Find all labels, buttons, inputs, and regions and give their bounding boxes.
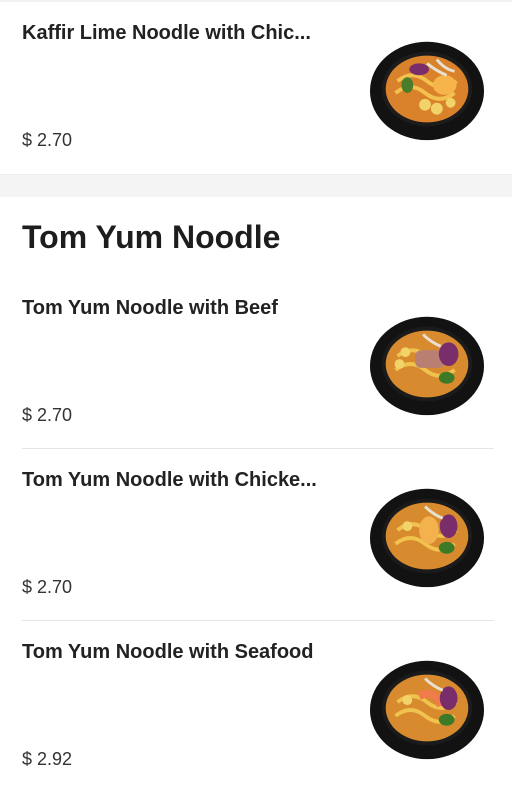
menu-item-tom-yum-chicken[interactable]: Tom Yum Noodle with Chicke... $ 2.70: [0, 449, 512, 621]
noodle-bowl-image[interactable]: [368, 305, 486, 423]
section-separator: [0, 174, 512, 197]
noodle-bowl-image[interactable]: [368, 477, 486, 595]
item-title: Tom Yum Noodle with Seafood: [22, 641, 314, 663]
item-price: $ 2.92: [22, 749, 73, 769]
section-title-tom-yum: Tom Yum Noodle: [22, 218, 281, 255]
item-title: Tom Yum Noodle with Chicke...: [22, 469, 317, 491]
item-price: $ 2.70: [22, 577, 73, 597]
menu-page: Kaffir Lime Noodle with Chic... $ 2.70 T…: [0, 0, 512, 798]
menu-item-tom-yum-seafood[interactable]: Tom Yum Noodle with Seafood $ 2.92: [0, 621, 512, 793]
noodle-bowl-image[interactable]: [368, 649, 486, 767]
menu-item-kaffir-lime-chicken[interactable]: Kaffir Lime Noodle with Chic... $ 2.70: [0, 2, 512, 174]
noodle-bowl-image[interactable]: [368, 30, 486, 148]
item-title: Kaffir Lime Noodle with Chic...: [22, 22, 311, 44]
item-title: Tom Yum Noodle with Beef: [22, 297, 278, 319]
item-price: $ 2.70: [22, 130, 73, 150]
item-price: $ 2.70: [22, 405, 73, 425]
menu-item-tom-yum-beef[interactable]: Tom Yum Noodle with Beef $ 2.70: [0, 277, 512, 449]
